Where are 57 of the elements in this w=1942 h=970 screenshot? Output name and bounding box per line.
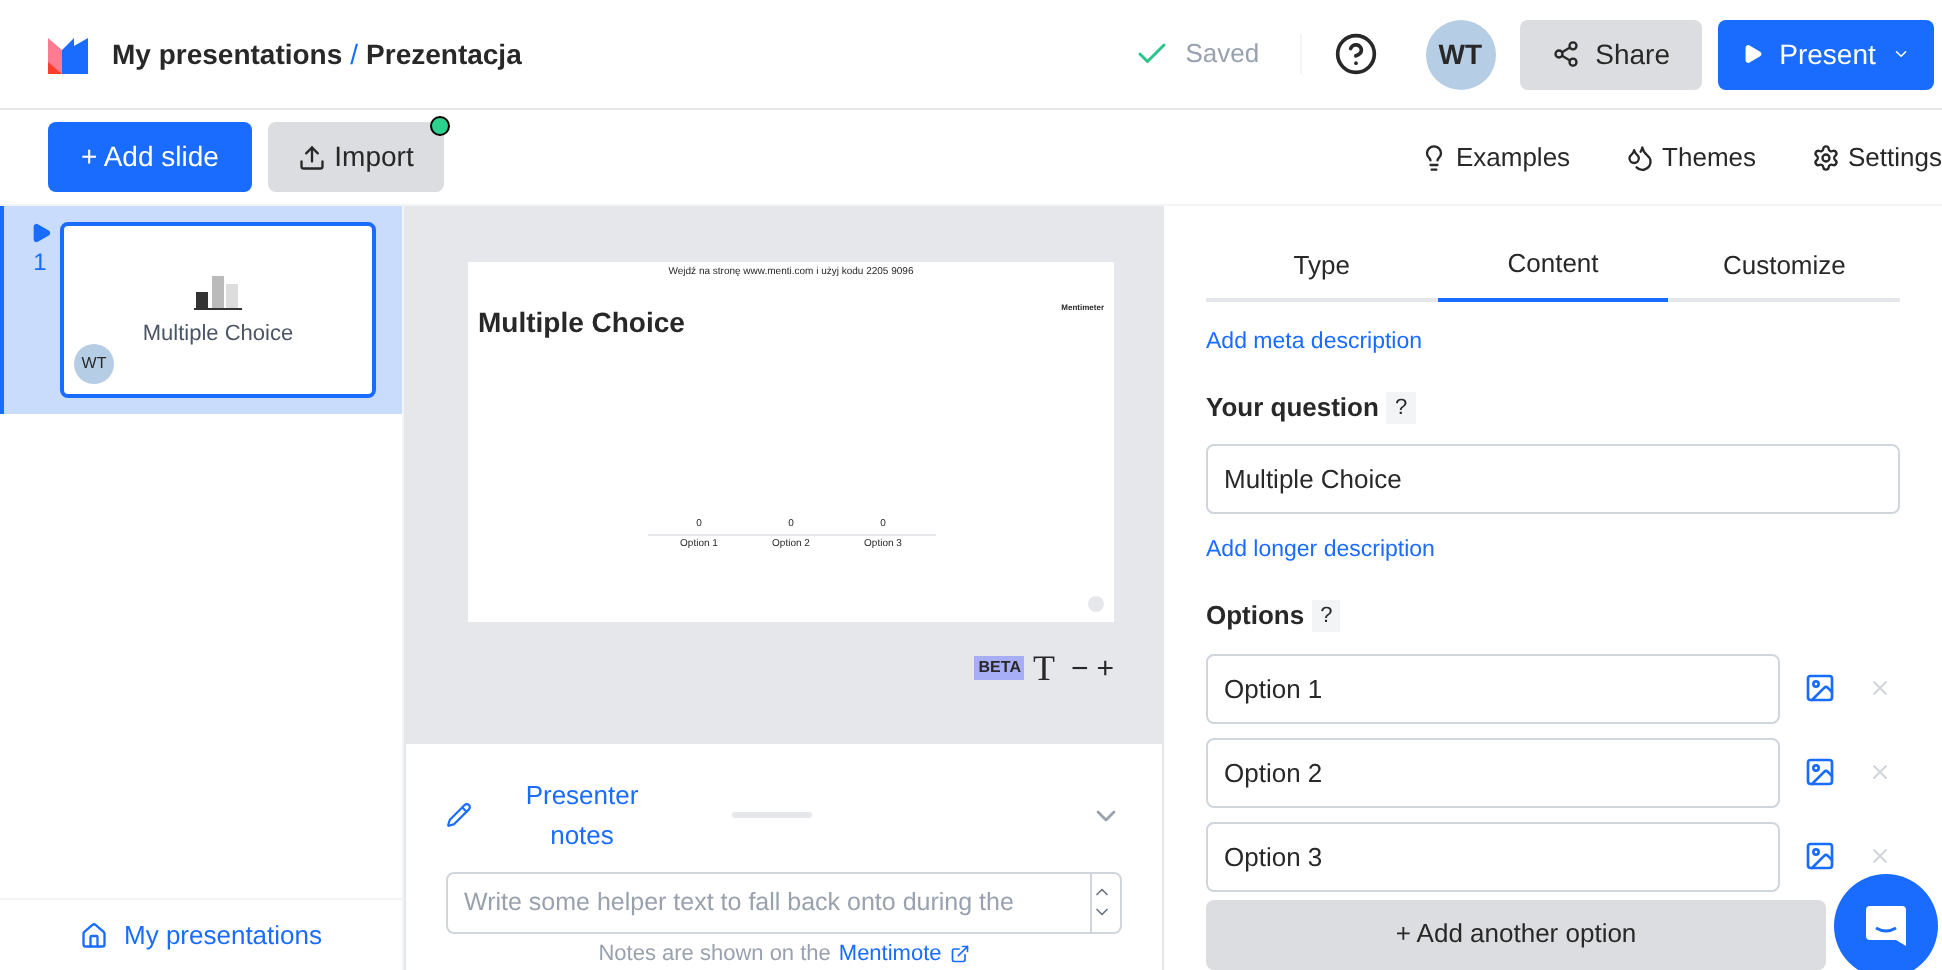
slide-thumbnail[interactable]: Multiple Choice WT bbox=[60, 222, 376, 398]
slide-item[interactable]: 1 Multiple Choice WT bbox=[0, 206, 402, 414]
image-icon[interactable] bbox=[1804, 672, 1836, 704]
droplets-icon bbox=[1626, 143, 1655, 171]
font-size-button[interactable]: T bbox=[1032, 650, 1055, 686]
presentation-title[interactable]: Prezentacja bbox=[366, 33, 522, 75]
current-slide-icon bbox=[29, 222, 51, 244]
settings-icon bbox=[1812, 143, 1841, 171]
notes-field[interactable]: Write some helper text to fall back onto during the bbox=[446, 871, 1092, 933]
present-button[interactable]: Present bbox=[1718, 19, 1934, 89]
panel-tab[interactable]: Type bbox=[1206, 230, 1438, 302]
external-link-icon bbox=[949, 943, 970, 964]
image-icon[interactable] bbox=[1804, 756, 1836, 788]
logo-icon[interactable] bbox=[48, 34, 88, 74]
help-icon[interactable] bbox=[1333, 32, 1378, 76]
image-icon[interactable] bbox=[1804, 840, 1836, 872]
user-avatar[interactable]: WT bbox=[1425, 19, 1496, 89]
share-button[interactable]: Share bbox=[1519, 19, 1702, 89]
author-avatar: WT bbox=[74, 344, 114, 384]
slide-title: Multiple Choice bbox=[142, 319, 294, 350]
help-badge[interactable]: ? bbox=[1312, 599, 1341, 632]
toolbar-link[interactable]: Settings bbox=[1812, 137, 1942, 177]
question-label: Your question bbox=[1206, 390, 1379, 427]
chat-button[interactable] bbox=[1834, 874, 1938, 970]
preview-title: Multiple Choice bbox=[478, 303, 685, 342]
panel-tab[interactable]: Content bbox=[1437, 230, 1669, 302]
toolbar-link[interactable]: Examples bbox=[1419, 137, 1571, 177]
option-field[interactable]: Option 3 bbox=[1206, 821, 1780, 891]
pencil-icon bbox=[446, 802, 472, 828]
chat-icon bbox=[1864, 904, 1908, 948]
zoom-out-button[interactable]: − bbox=[1070, 653, 1089, 683]
save-status: Saved bbox=[1185, 34, 1302, 74]
add-option-button[interactable]: + Add another option bbox=[1206, 899, 1826, 969]
beta-badge: BETA bbox=[974, 656, 1025, 680]
question-field[interactable]: Multiple Choice bbox=[1206, 443, 1900, 514]
slide-number: 1 bbox=[33, 246, 47, 280]
breadcrumb-link[interactable]: My presentations bbox=[112, 33, 343, 75]
option-field[interactable]: Option 1 bbox=[1206, 653, 1780, 723]
toolbar-link[interactable]: Themes bbox=[1626, 137, 1757, 177]
mentimote-link[interactable]: Mentimote bbox=[838, 937, 970, 970]
my-presentations-link[interactable]: My presentations bbox=[80, 915, 322, 955]
help-badge[interactable]: ? bbox=[1386, 391, 1416, 425]
panel-tab[interactable]: Customize bbox=[1668, 230, 1901, 302]
longer-description-link[interactable]: Add longer description bbox=[1206, 533, 1900, 568]
home-icon bbox=[80, 921, 108, 949]
option-field[interactable]: Option 2 bbox=[1206, 737, 1780, 807]
play-icon bbox=[1742, 40, 1764, 68]
import-button[interactable]: Import bbox=[268, 122, 444, 192]
options-label: Options bbox=[1206, 598, 1305, 634]
zoom-in-button[interactable]: + bbox=[1096, 653, 1114, 683]
meta-description-link[interactable]: Add meta description bbox=[1206, 326, 1900, 361]
add-slide-button[interactable]: + Add slide bbox=[48, 122, 252, 192]
notes-title[interactable]: Presenter notes bbox=[512, 775, 652, 855]
share-icon bbox=[1551, 40, 1580, 68]
breadcrumb-separator: / bbox=[350, 35, 359, 73]
upload-icon bbox=[298, 143, 327, 171]
notes-hint: Notes are shown on the bbox=[598, 939, 831, 969]
